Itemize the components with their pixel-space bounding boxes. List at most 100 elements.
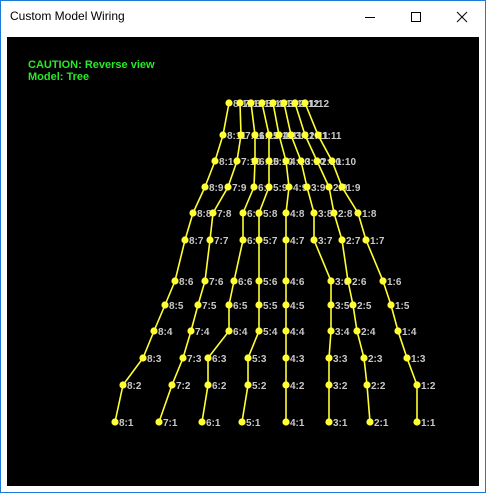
node-dot-5-2 [244,381,252,389]
node-dot-2-9 [325,183,333,191]
node-dot-8-6 [171,277,179,285]
node-dot-7-8 [209,209,217,217]
window-title: Custom Model Wiring [10,9,125,23]
node-dot-7-1 [155,418,163,426]
node-label-6-2: 6:2 [212,381,227,392]
node-dot-8-12 [225,99,233,107]
node-dot-5-1 [238,418,246,426]
node-dot-1-6 [379,277,387,285]
node-label-1-12: 1:12 [309,99,329,110]
node-dot-4-7 [282,236,290,244]
node-label-7-6: 7:6 [209,277,224,288]
minimize-button[interactable] [347,1,393,32]
node-label-8-9: 8:9 [209,183,224,194]
node-label-5-2: 5:2 [252,381,267,392]
node-dot-3-7 [310,236,318,244]
node-dot-4-8 [282,209,290,217]
node-dot-7-6 [201,277,209,285]
node-label-3-3: 3:3 [333,354,348,365]
maximize-button[interactable] [393,1,439,32]
node-dot-7-10 [233,157,241,165]
node-dot-3-1 [325,418,333,426]
node-dot-4-11 [275,131,283,139]
node-label-4-7: 4:7 [290,236,305,247]
node-dot-8-1 [111,418,119,426]
node-label-4-4: 4:4 [290,327,305,338]
node-label-7-5: 7:5 [202,301,217,312]
wire-string-1 [304,102,418,422]
node-dot-6-7 [239,236,247,244]
node-label-6-4: 6:4 [233,327,248,338]
node-label-8-4: 8:4 [158,327,173,338]
close-button[interactable] [439,1,485,32]
wiring-canvas[interactable]: 8:18:28:38:48:58:68:78:88:98:108:118:127… [7,37,479,486]
node-dot-5-12 [258,99,266,107]
node-dot-4-1 [282,418,290,426]
node-dot-3-10 [297,157,305,165]
caution-label: CAUTION: Reverse view [28,59,155,71]
node-dot-5-11 [265,131,273,139]
node-label-3-5: 3:5 [335,301,350,312]
node-label-4-8: 4:8 [290,209,305,220]
node-label-5-8: 5:8 [263,209,278,220]
maximize-icon [411,11,421,22]
node-label-5-1: 5:1 [246,418,261,429]
node-dot-2-11 [301,131,309,139]
node-dot-3-2 [325,381,333,389]
node-dot-1-3 [403,354,411,362]
node-label-3-4: 3:4 [335,327,350,338]
title-bar[interactable]: Custom Model Wiring [1,1,485,32]
node-label-6-6: 6:6 [238,277,253,288]
node-dot-2-10 [313,157,321,165]
node-dot-8-4 [150,327,158,335]
node-dot-4-10 [282,157,290,165]
node-label-1-7: 1:7 [370,236,385,247]
node-label-2-8: 2:8 [338,209,353,220]
node-label-5-9: 5:9 [273,183,288,194]
node-dot-5-7 [255,236,263,244]
node-dot-5-10 [265,157,273,165]
node-dot-2-3 [360,354,368,362]
node-label-3-9: 3:9 [311,183,326,194]
node-label-4-6: 4:6 [290,277,305,288]
node-label-2-6: 2:6 [352,277,367,288]
node-label-3-2: 3:2 [333,381,348,392]
node-label-4-1: 4:1 [290,418,305,429]
node-label-2-1: 2:1 [374,418,389,429]
node-dot-2-8 [330,209,338,217]
node-dot-5-5 [255,301,263,309]
node-label-1-8: 1:8 [362,209,377,220]
wire-string-2 [294,102,371,423]
node-dot-8-5 [161,301,169,309]
node-label-7-2: 7:2 [176,381,191,392]
node-dot-2-12 [291,99,299,107]
node-label-4-3: 4:3 [290,354,305,365]
node-dot-7-4 [187,327,195,335]
wire-string-3 [283,102,332,422]
node-label-8-1: 8:1 [119,418,134,429]
node-label-1-11: 1:11 [322,131,342,142]
node-dot-2-4 [353,327,361,335]
node-dot-3-8 [310,209,318,217]
node-dot-3-5 [327,301,335,309]
node-label-8-6: 8:6 [179,277,194,288]
node-label-7-1: 7:1 [163,418,178,429]
node-label-7-3: 7:3 [187,354,202,365]
wiring-diagram: 8:18:28:38:48:58:68:78:88:98:108:118:127… [111,99,436,429]
node-label-7-7: 7:7 [214,236,229,247]
wire-string-6 [201,102,256,423]
node-label-1-3: 1:3 [411,354,426,365]
node-dot-3-6 [327,277,335,285]
close-icon [456,11,468,22]
node-dot-8-2 [119,381,127,389]
node-dot-3-12 [280,99,288,107]
node-label-2-4: 2:4 [361,327,376,338]
node-label-5-3: 5:3 [252,354,267,365]
wire-string-7 [158,102,242,423]
wire-string-8 [114,102,230,423]
node-dot-1-10 [328,157,336,165]
node-label-8-2: 8:2 [127,381,142,392]
node-dot-1-2 [413,381,421,389]
node-dot-8-7 [181,236,189,244]
node-dot-6-3 [204,354,212,362]
